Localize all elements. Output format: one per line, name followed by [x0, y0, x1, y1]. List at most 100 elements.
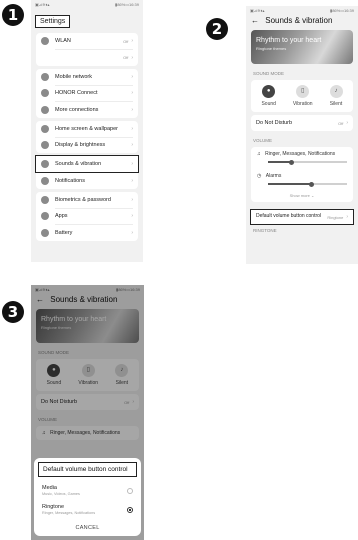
- settings-group: WLAN Off › Off ›: [36, 33, 138, 66]
- option-label: Media: [42, 485, 57, 491]
- bell-icon: ●: [262, 85, 276, 98]
- ringtone-banner[interactable]: Rhythm to your heart Ringtone themes: [251, 30, 353, 64]
- bell-icon: ♫: [257, 151, 261, 157]
- settings-item[interactable]: Display & brightness ›: [36, 137, 138, 153]
- page-title: Sounds & vibration: [265, 16, 333, 25]
- settings-item-label: Home screen & wallpaper: [55, 125, 118, 132]
- ringer-volume: ♫ Ringer, Messages, Notifications: [251, 147, 353, 169]
- chevron-right-icon: ›: [131, 161, 133, 167]
- sound-mode-heading: SOUND MODE: [253, 71, 285, 76]
- chevron-right-icon: ›: [131, 177, 133, 184]
- cancel-button[interactable]: CANCEL: [38, 519, 137, 533]
- settings-item[interactable]: Notifications ›: [36, 173, 138, 189]
- battery-icon: [41, 228, 49, 237]
- chevron-right-icon: ›: [131, 106, 133, 113]
- chevron-right-icon: ›: [131, 196, 133, 203]
- alarm-volume: ◷ Alarms: [251, 169, 353, 191]
- option-media[interactable]: Media Music, Videos, Games: [38, 481, 137, 500]
- chevron-right-icon: ›: [131, 54, 133, 61]
- bell-icon: [41, 176, 49, 185]
- settings-group: Sounds & vibration › Notifications ›: [35, 155, 139, 189]
- connect-icon: [41, 89, 49, 97]
- option-sublabel: Music, Videos, Games: [42, 492, 80, 496]
- banner-title: Rhythm to your heart: [256, 37, 322, 44]
- default-volume-value: Ringtone: [327, 214, 344, 220]
- status-left: ▣⊿≋♦▴: [35, 1, 50, 7]
- chevron-right-icon: ›: [131, 142, 133, 148]
- alarm-icon: ◷: [257, 173, 262, 179]
- settings-group: Mobile network › HONOR Connect › More connec…: [36, 68, 138, 118]
- step-3-badge: 3: [2, 301, 24, 323]
- settings-item[interactable]: Apps ›: [36, 208, 138, 224]
- status-bar: ▣⊿≋♦▴ ▮86%▭16:39: [246, 6, 358, 14]
- do-not-disturb-row[interactable]: Do Not Disturb Off ›: [251, 115, 353, 131]
- settings-item[interactable]: Battery ›: [36, 225, 138, 241]
- volume-heading: VOLUME: [253, 138, 273, 143]
- settings-item-label: WLAN: [55, 38, 71, 44]
- status-left: ▣⊿≋♦▴: [250, 7, 265, 13]
- mode-silent[interactable]: ♪ Silent: [329, 85, 343, 107]
- ringer-slider[interactable]: [268, 159, 347, 165]
- mode-label: Sound: [261, 101, 276, 107]
- settings-item-label: Display & brightness: [55, 142, 106, 148]
- settings-group: Biometrics & password › Apps › Battery ›: [36, 191, 138, 241]
- apps-icon: [41, 212, 49, 220]
- image-icon: [41, 124, 49, 133]
- settings-item-label: Mobile network: [55, 73, 92, 80]
- option-sublabel: Ringer, Messages, Notifications: [42, 511, 96, 515]
- header: ← Sounds & vibration: [246, 14, 358, 27]
- back-arrow-icon[interactable]: ←: [251, 16, 259, 25]
- status-right: ▮86%▭16:39: [330, 7, 354, 13]
- mode-vibration[interactable]: ▯ Vibration: [293, 85, 313, 107]
- key-icon: [41, 195, 49, 204]
- settings-item[interactable]: Off ›: [36, 50, 138, 66]
- settings-item[interactable]: WLAN Off ›: [36, 33, 138, 49]
- settings-item-label: Biometrics & password: [55, 196, 111, 203]
- settings-item[interactable]: Biometrics & password ›: [36, 192, 138, 208]
- ringtone-heading: RINGTONE: [253, 228, 277, 233]
- chevron-right-icon: ›: [131, 90, 133, 96]
- settings-item[interactable]: More connections ›: [36, 102, 138, 118]
- option-ringtone[interactable]: Ringtone Ringer, Messages, Notifications: [38, 500, 137, 519]
- vibration-icon: ▯: [296, 85, 310, 98]
- chevron-down-icon: ⌄: [311, 193, 315, 198]
- settings-item[interactable]: Mobile network ›: [36, 69, 138, 85]
- volume-control-dialog: Default volume button control Media Musi…: [34, 458, 141, 536]
- settings-screen: ▣⊿≋♦▴ ▮86%▭16:39 Settings WLAN Off › Off › Mo…: [31, 0, 143, 262]
- chevron-right-icon: ›: [131, 38, 133, 44]
- link-icon: [41, 105, 49, 114]
- chevron-right-icon: ›: [346, 120, 348, 126]
- default-volume-button-row[interactable]: Default volume button control Ringtone ›: [250, 209, 354, 225]
- show-more-link[interactable]: Show more ⌄: [251, 191, 353, 202]
- settings-item-label: Battery: [55, 229, 73, 236]
- bell-off-icon: ♪: [329, 85, 343, 98]
- status-bar: ▣⊿≋♦▴ ▮86%▭16:39: [31, 0, 143, 8]
- radio-button[interactable]: [127, 506, 133, 513]
- settings-group: Home screen & wallpaper › Display & bright…: [36, 120, 138, 153]
- sound-mode-selector: ● Sound ▯ Vibration ♪ Silent: [251, 80, 353, 112]
- show-more-label: Show more: [289, 193, 310, 198]
- settings-item-value: Off: [123, 38, 129, 44]
- step-2-badge: 2: [206, 18, 228, 40]
- speaker-icon: [41, 160, 49, 168]
- wifi-icon: [41, 37, 49, 45]
- mode-sound[interactable]: ● Sound: [261, 85, 276, 107]
- settings-item[interactable]: HONOR Connect ›: [36, 85, 138, 101]
- page-title: Settings: [35, 15, 71, 28]
- settings-item[interactable]: Sounds & vibration ›: [35, 155, 139, 173]
- mode-label: Vibration: [292, 101, 313, 107]
- brightness-icon: [41, 141, 49, 149]
- settings-item-label: Sounds & vibration: [55, 161, 102, 167]
- sounds-dialog-screen: ▣⊿≋♦▴ ▮86%▭16:39 ← Sounds & vibration Rh…: [31, 285, 144, 540]
- default-volume-label: Default volume button control: [256, 213, 322, 220]
- sounds-screen: ▣⊿≋♦▴ ▮86%▭16:39 ← Sounds & vibration Rh…: [246, 6, 358, 264]
- alarms-slider[interactable]: [268, 181, 347, 187]
- ringer-label: Ringer, Messages, Notifications: [265, 151, 336, 157]
- settings-item[interactable]: Home screen & wallpaper ›: [36, 121, 138, 137]
- radio-button[interactable]: [127, 487, 133, 494]
- option-label: Ringtone: [42, 504, 65, 510]
- dialog-title: Default volume button control: [38, 462, 137, 477]
- chevron-right-icon: ›: [131, 213, 133, 219]
- volume-card: ♫ Ringer, Messages, Notifications ◷ Alar…: [251, 147, 353, 202]
- step-1-badge: 1: [2, 4, 24, 26]
